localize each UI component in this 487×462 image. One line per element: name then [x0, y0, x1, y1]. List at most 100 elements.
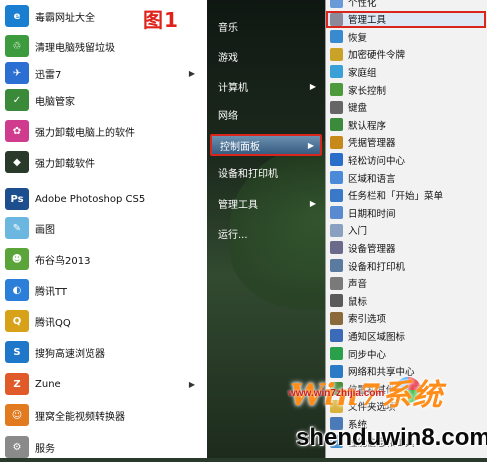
submenu-arrow-icon: ▶: [188, 379, 195, 389]
program-icon: Q: [5, 310, 29, 332]
places-item[interactable]: 运行...: [210, 222, 322, 244]
places-item[interactable]: 音乐: [210, 15, 322, 37]
program-label: 搜狗高速浏览器: [35, 348, 105, 360]
places-label: 音乐: [218, 22, 238, 34]
control-panel-label: 家庭组: [348, 67, 377, 79]
control-panel-icon: [330, 65, 343, 79]
control-panel-label: 日期和时间: [348, 208, 396, 220]
places-item[interactable]: 计算机 ▶: [210, 75, 322, 97]
program-label: 毒霸网址大全: [35, 12, 95, 24]
program-label: 强力卸载软件: [35, 158, 95, 170]
control-panel-item[interactable]: 任务栏和「开始」菜单: [326, 187, 486, 204]
control-panel-item[interactable]: 索引选项: [326, 310, 486, 327]
control-panel-label: 管理工具: [348, 15, 387, 27]
program-icon: ♲: [5, 35, 29, 57]
program-icon: Z: [5, 373, 29, 395]
control-panel-item[interactable]: 家庭组: [326, 63, 486, 80]
control-panel-item[interactable]: 加密硬件令牌: [326, 46, 486, 63]
control-panel-item[interactable]: 管理工具: [326, 10, 486, 28]
control-panel-label: 区域和语言: [348, 173, 396, 185]
control-panel-icon: [330, 259, 343, 272]
control-panel-label: 键盘: [348, 103, 368, 115]
program-icon: ◆: [5, 151, 29, 173]
control-panel-item[interactable]: 鼠标: [326, 292, 486, 309]
control-panel-label: 索引选项: [348, 314, 387, 326]
submenu-arrow-icon: ▶: [307, 140, 314, 150]
control-panel-label: 通知区域图标: [348, 331, 406, 343]
places-item[interactable]: 网络: [210, 103, 322, 125]
control-panel-icon: [330, 171, 343, 184]
control-panel-label: 入门: [348, 226, 368, 238]
control-panel-icon: [330, 0, 343, 8]
places-item[interactable]: 管理工具 ▶: [210, 192, 322, 214]
program-item[interactable]: ♲ 清理电脑残留垃圾: [0, 31, 205, 61]
program-item[interactable]: ◆ 强力卸载软件: [0, 147, 205, 177]
program-item[interactable]: ✎ 画图: [0, 213, 205, 243]
control-panel-item[interactable]: 家长控制: [326, 81, 486, 98]
places-item[interactable]: 控制面板 ▶: [210, 134, 322, 156]
control-panel-label: 家长控制: [348, 85, 387, 97]
control-panel-item[interactable]: 日期和时间: [326, 204, 486, 221]
program-icon: ✓: [5, 89, 29, 111]
program-icon: ✈: [5, 62, 29, 84]
program-icon: ✎: [5, 217, 29, 239]
control-panel-item[interactable]: 区域和语言: [326, 169, 486, 186]
program-label: 迅雷7: [35, 69, 62, 81]
program-icon: e: [5, 5, 29, 27]
control-panel-item[interactable]: 同步中心: [326, 345, 486, 362]
control-panel-label: 凭据管理器: [348, 138, 396, 150]
program-item[interactable]: ✓ 电脑管家: [0, 85, 205, 115]
control-panel-item[interactable]: 入门: [326, 222, 486, 239]
program-item[interactable]: ◐ 腾讯TT: [0, 275, 205, 305]
control-panel-label: 鼠标: [348, 296, 368, 308]
program-label: Zune: [35, 378, 61, 390]
program-item[interactable]: ☺ 狸窝全能视频转换器: [0, 400, 205, 430]
control-panel-icon: [330, 118, 343, 132]
program-icon: ☺: [5, 404, 29, 426]
places-item[interactable]: 游戏: [210, 45, 322, 67]
program-item[interactable]: e 毒霸网址大全: [0, 1, 205, 31]
program-item[interactable]: ✿ 强力卸载电脑上的软件: [0, 116, 205, 146]
control-panel-item[interactable]: 通知区域图标: [326, 327, 486, 344]
program-icon: ◐: [5, 279, 29, 301]
places-label: 设备和打印机: [218, 168, 278, 180]
control-panel-icon: [330, 276, 343, 290]
control-panel-icon: [330, 294, 343, 308]
control-panel-item[interactable]: 声音: [326, 275, 486, 292]
control-panel-icon: [330, 135, 343, 149]
control-panel-item[interactable]: 凭据管理器: [326, 134, 486, 151]
control-panel-label: 声音: [348, 279, 368, 291]
places-label: 管理工具: [218, 199, 258, 211]
control-panel-icon: [330, 12, 343, 26]
program-item[interactable]: S 搜狗高速浏览器: [0, 337, 205, 367]
program-item[interactable]: Ps Adobe Photoshop CS5: [0, 184, 205, 214]
program-label: 服务: [35, 443, 55, 455]
control-panel-icon: [330, 206, 343, 220]
program-item[interactable]: Q 腾讯QQ: [0, 306, 205, 336]
program-label: 腾讯QQ: [35, 317, 71, 329]
control-panel-item[interactable]: 键盘: [326, 99, 486, 116]
program-item[interactable]: Z Zune ▶: [0, 369, 205, 399]
places-label: 运行...: [218, 229, 248, 241]
control-panel-item[interactable]: 恢复: [326, 28, 486, 45]
program-icon: Ps: [5, 188, 29, 210]
program-icon: ☻: [5, 248, 29, 270]
program-item[interactable]: ✈ 迅雷7 ▶: [0, 58, 205, 88]
program-item[interactable]: ☻ 布谷鸟2013: [0, 244, 205, 274]
control-panel-item[interactable]: 默认程序: [326, 116, 486, 133]
control-panel-item[interactable]: 轻松访问中心: [326, 151, 486, 168]
control-panel-item[interactable]: 设备和打印机: [326, 257, 486, 274]
control-panel-item[interactable]: 个性化: [326, 0, 486, 10]
control-panel-label: 默认程序: [348, 120, 387, 132]
program-icon: S: [5, 341, 29, 363]
control-panel-item[interactable]: 设备管理器: [326, 239, 486, 256]
program-label: 电脑管家: [35, 96, 75, 108]
control-panel-icon: [330, 241, 343, 255]
program-label: Adobe Photoshop CS5: [35, 193, 146, 205]
control-panel-icon: [330, 100, 343, 114]
control-panel-icon: [330, 153, 343, 167]
program-icon: ⚙: [5, 436, 29, 458]
submenu-arrow-icon: ▶: [309, 198, 316, 208]
program-label: 腾讯TT: [35, 286, 68, 298]
places-item[interactable]: 设备和打印机: [210, 161, 322, 183]
